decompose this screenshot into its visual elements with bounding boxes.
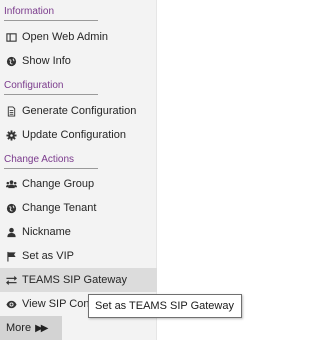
menu-item-nickname[interactable]: Nickname [0,220,157,244]
section-divider [4,94,98,95]
more-button[interactable]: More ▶▶ [0,316,62,340]
menu-item-teams-sip-gateway[interactable]: TEAMS SIP Gateway [0,268,157,292]
users-icon [6,179,17,190]
menu-item-label: Nickname [22,226,71,238]
tooltip: Set as TEAMS SIP Gateway [88,294,242,318]
section-divider [4,168,98,169]
menu-item-change-group[interactable]: Change Group [0,172,157,196]
section-header-information: Information [4,6,55,17]
menu-item-label: Set as VIP [22,250,74,262]
menu-item-label: Change Tenant [22,202,97,214]
menu-item-open-web-admin[interactable]: Open Web Admin [0,25,157,49]
section-header-change-actions: Change Actions [4,154,75,165]
menu-item-label: View SIP Con [22,298,90,310]
tooltip-text: Set as TEAMS SIP Gateway [95,300,234,312]
context-menu: Information Open Web Admin Show Info Con… [0,0,157,340]
double-chevron-right-icon: ▶▶ [35,322,48,334]
globe-icon [6,203,17,214]
more-label: More [6,322,32,334]
menu-item-label: Generate Configuration [22,105,137,117]
menu-item-update-configuration[interactable]: Update Configuration [0,123,157,147]
menu-item-set-as-vip[interactable]: Set as VIP [0,244,157,268]
menu-item-label: Show Info [22,55,71,67]
menu-item-change-tenant[interactable]: Change Tenant [0,196,157,220]
exchange-icon [6,275,17,286]
section-header-configuration: Configuration [4,80,64,91]
gear-icon [6,129,17,141]
menu-item-generate-configuration[interactable]: Generate Configuration [0,99,157,123]
menu-item-label: TEAMS SIP Gateway [22,274,127,286]
menu-item-label: Open Web Admin [22,31,109,43]
flag-icon [6,251,17,262]
user-icon [6,227,17,238]
eye-icon [6,299,17,310]
menu-item-label: Change Group [22,178,95,190]
window-icon [6,32,17,43]
section-divider [4,20,98,21]
globe-icon [6,56,17,67]
document-icon [6,105,17,117]
menu-item-show-info[interactable]: Show Info [0,49,157,73]
menu-item-label: Update Configuration [22,129,126,141]
